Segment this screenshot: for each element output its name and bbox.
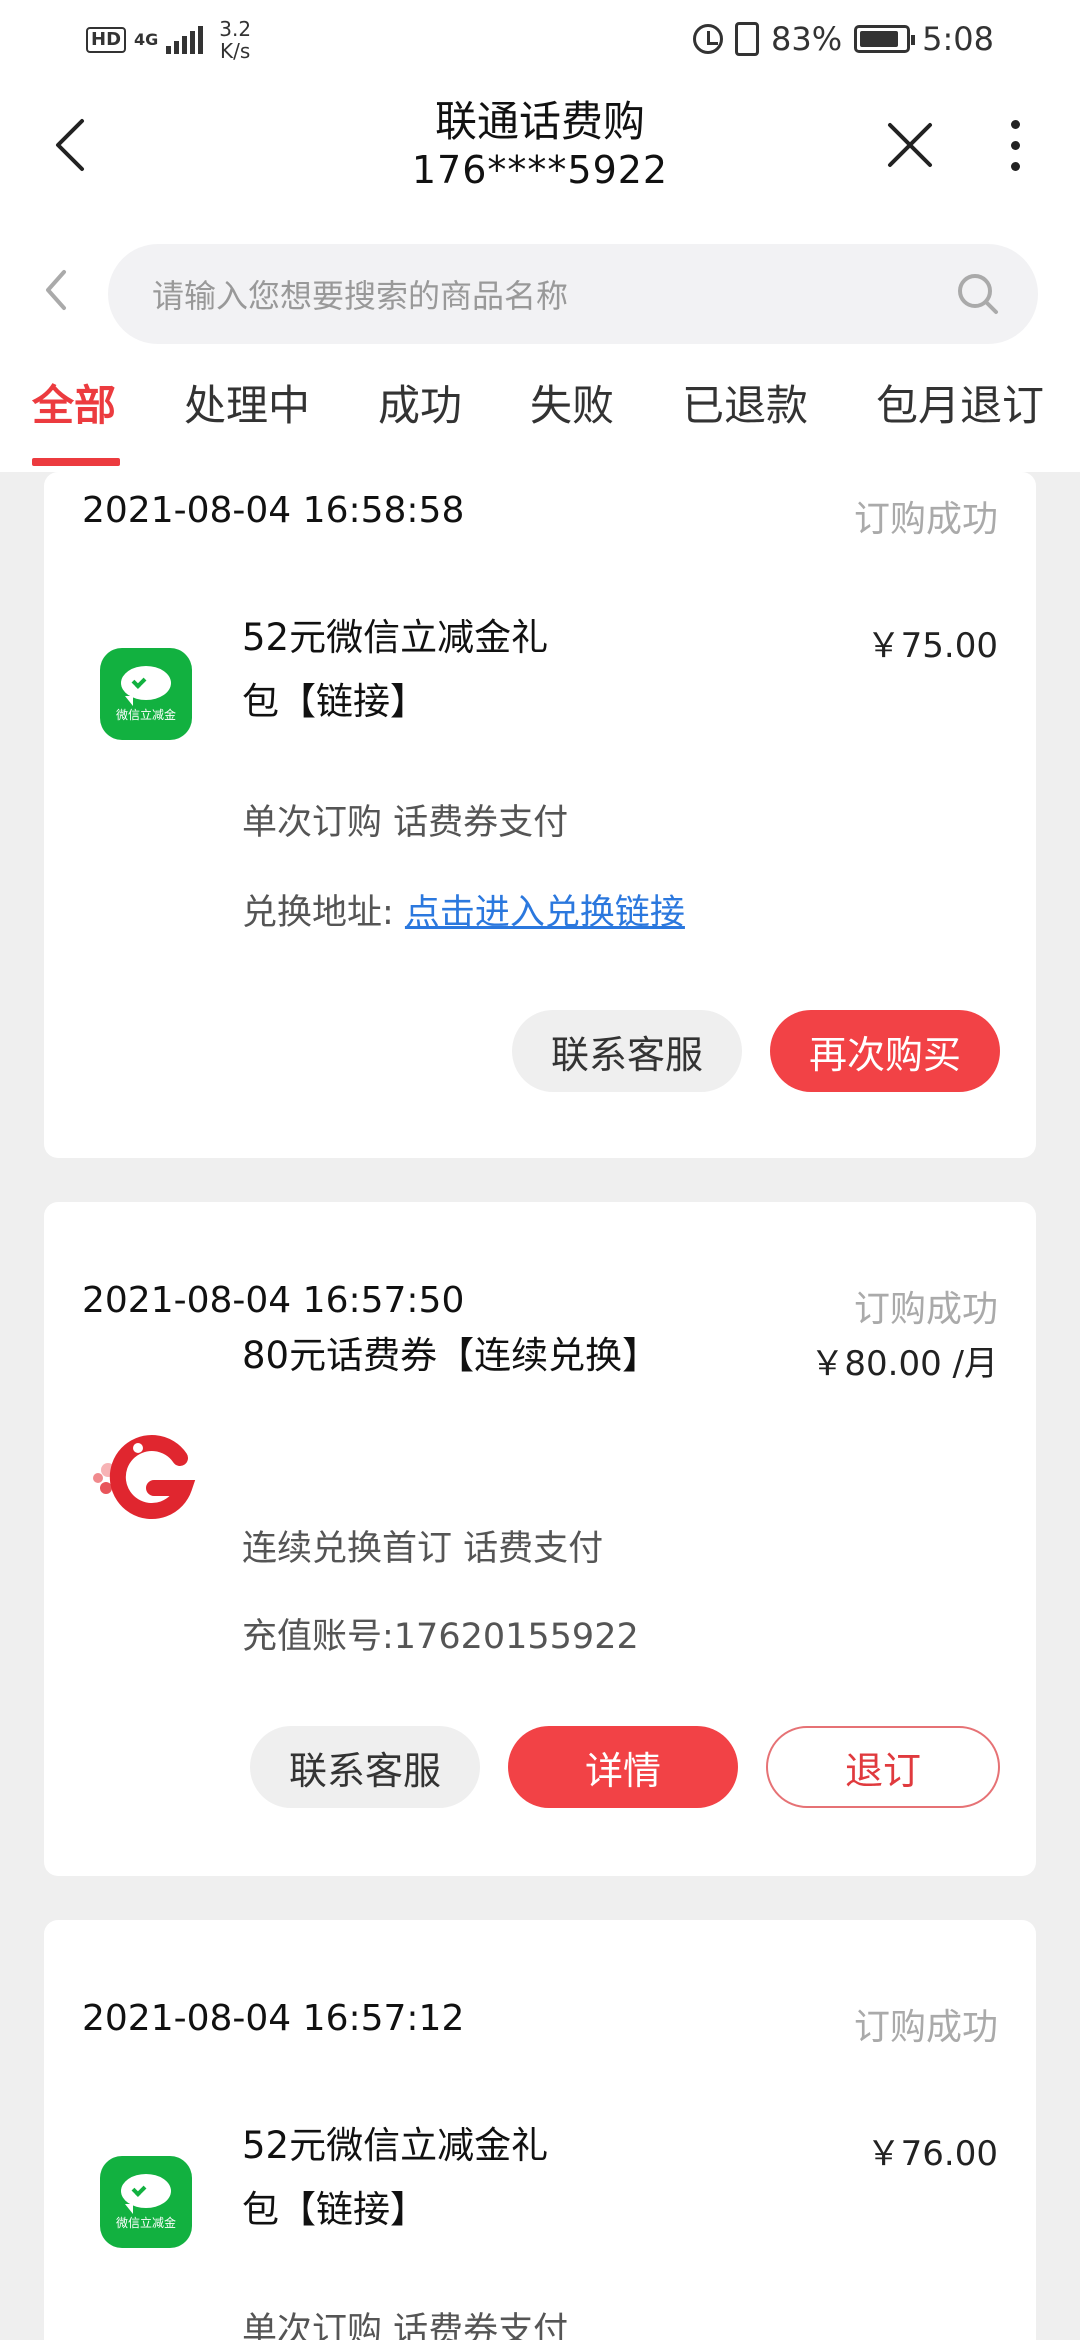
exchange-address-label: 兑换地址: <box>242 893 405 933</box>
recharge-account: 充值账号:17620155922 <box>242 1617 639 1657</box>
nav-header: 联通话费购 176****5922 <box>0 80 1080 230</box>
tab-success[interactable]: 成功 <box>378 372 462 433</box>
vibrate-icon <box>735 22 760 56</box>
product-name: 52元微信立减金礼包【链接】 <box>242 2124 549 2231</box>
clock: 5:08 <box>922 20 994 58</box>
search-input[interactable]: 请输入您想要搜索的商品名称 <box>108 244 1038 344</box>
logo-text: 微信立减金 <box>115 2215 176 2230</box>
order-type: 单次订购 话费券支付 <box>242 2311 569 2340</box>
g-brand-logo <box>84 1428 204 1528</box>
order-type: 单次订购 话费券支付 <box>242 803 569 843</box>
battery-icon <box>854 25 916 53</box>
more-dot-icon <box>1010 119 1020 129</box>
battery-percent: 83% <box>771 20 843 58</box>
g-logo-icon <box>93 1435 196 1520</box>
close-button[interactable] <box>880 110 940 180</box>
contact-service-button[interactable]: 联系客服 <box>512 1010 742 1092</box>
tab-all[interactable]: 全部 <box>32 372 116 433</box>
product-price: ￥76.00 <box>866 2134 998 2174</box>
order-card: 2021-08-04 16:58:58 订购成功 微信立减金 52元微信立减金礼… <box>44 472 1036 1158</box>
order-card: 2021-08-04 16:57:50 订购成功 80元话费券【连续兑换】 ￥8… <box>44 1202 1036 1876</box>
more-menu-button[interactable] <box>1000 110 1030 180</box>
more-dot-icon <box>1010 140 1020 150</box>
status-left: HD 4G 3.2 K/s <box>86 18 251 62</box>
order-time: 2021-08-04 16:58:58 <box>82 490 465 531</box>
order-type: 连续兑换首订 话费支付 <box>242 1529 604 1569</box>
search-back-button[interactable] <box>36 260 76 320</box>
product-name: 52元微信立减金礼包【链接】 <box>242 616 549 723</box>
wechat-voucher-logo: 微信立减金 <box>100 2156 192 2248</box>
active-tab-indicator <box>32 458 120 466</box>
order-status: 订购成功 <box>853 2007 998 2048</box>
product-name: 80元话费券【连续兑换】 <box>242 1334 660 1377</box>
order-tabs: 全部 处理中 成功 失败 已退款 包月退订 <box>0 350 1080 472</box>
status-right: 83% 5:08 <box>693 20 994 58</box>
search-icon[interactable] <box>956 272 1000 316</box>
product-price: ￥75.00 <box>866 626 998 666</box>
order-card: 2021-08-04 16:57:12 订购成功 微信立减金 52元微信立减金礼… <box>44 1920 1036 2340</box>
wechat-icon <box>121 2173 171 2214</box>
details-button[interactable]: 详情 <box>508 1726 738 1808</box>
tab-refunded[interactable]: 已退款 <box>682 372 808 433</box>
wechat-voucher-logo: 微信立减金 <box>100 648 192 740</box>
order-status: 订购成功 <box>853 1289 998 1330</box>
search-bar: 请输入您想要搜索的商品名称 <box>0 230 1080 350</box>
more-dot-icon <box>1010 161 1020 171</box>
network-type: 4G <box>134 30 159 49</box>
wechat-icon <box>121 665 171 706</box>
buy-again-button[interactable]: 再次购买 <box>770 1010 1000 1092</box>
close-icon <box>888 123 932 167</box>
search-placeholder: 请输入您想要搜索的商品名称 <box>152 277 569 315</box>
order-status: 订购成功 <box>853 499 998 540</box>
logo-text: 微信立减金 <box>115 707 176 722</box>
tab-processing[interactable]: 处理中 <box>184 372 310 433</box>
exchange-address: 兑换地址: 点击进入兑换链接 <box>242 884 685 935</box>
order-time: 2021-08-04 16:57:12 <box>82 1998 465 2039</box>
product-price: ￥80.00 /月 <box>810 1344 998 1384</box>
hd-icon: HD <box>86 27 127 53</box>
status-bar: HD 4G 3.2 K/s 83% 5:08 <box>0 0 1080 80</box>
contact-service-button[interactable]: 联系客服 <box>250 1726 480 1808</box>
signal-icon <box>166 26 204 54</box>
tab-monthly-unsubscribe[interactable]: 包月退订 <box>876 372 1044 433</box>
network-speed: 3.2 K/s <box>219 17 252 63</box>
exchange-link[interactable]: 点击进入兑换链接 <box>405 893 685 933</box>
order-time: 2021-08-04 16:57:50 <box>82 1280 465 1321</box>
tab-failed[interactable]: 失败 <box>530 372 614 433</box>
alarm-icon <box>693 24 724 54</box>
unsubscribe-button[interactable]: 退订 <box>766 1726 1000 1808</box>
chevron-left-icon <box>46 270 66 310</box>
